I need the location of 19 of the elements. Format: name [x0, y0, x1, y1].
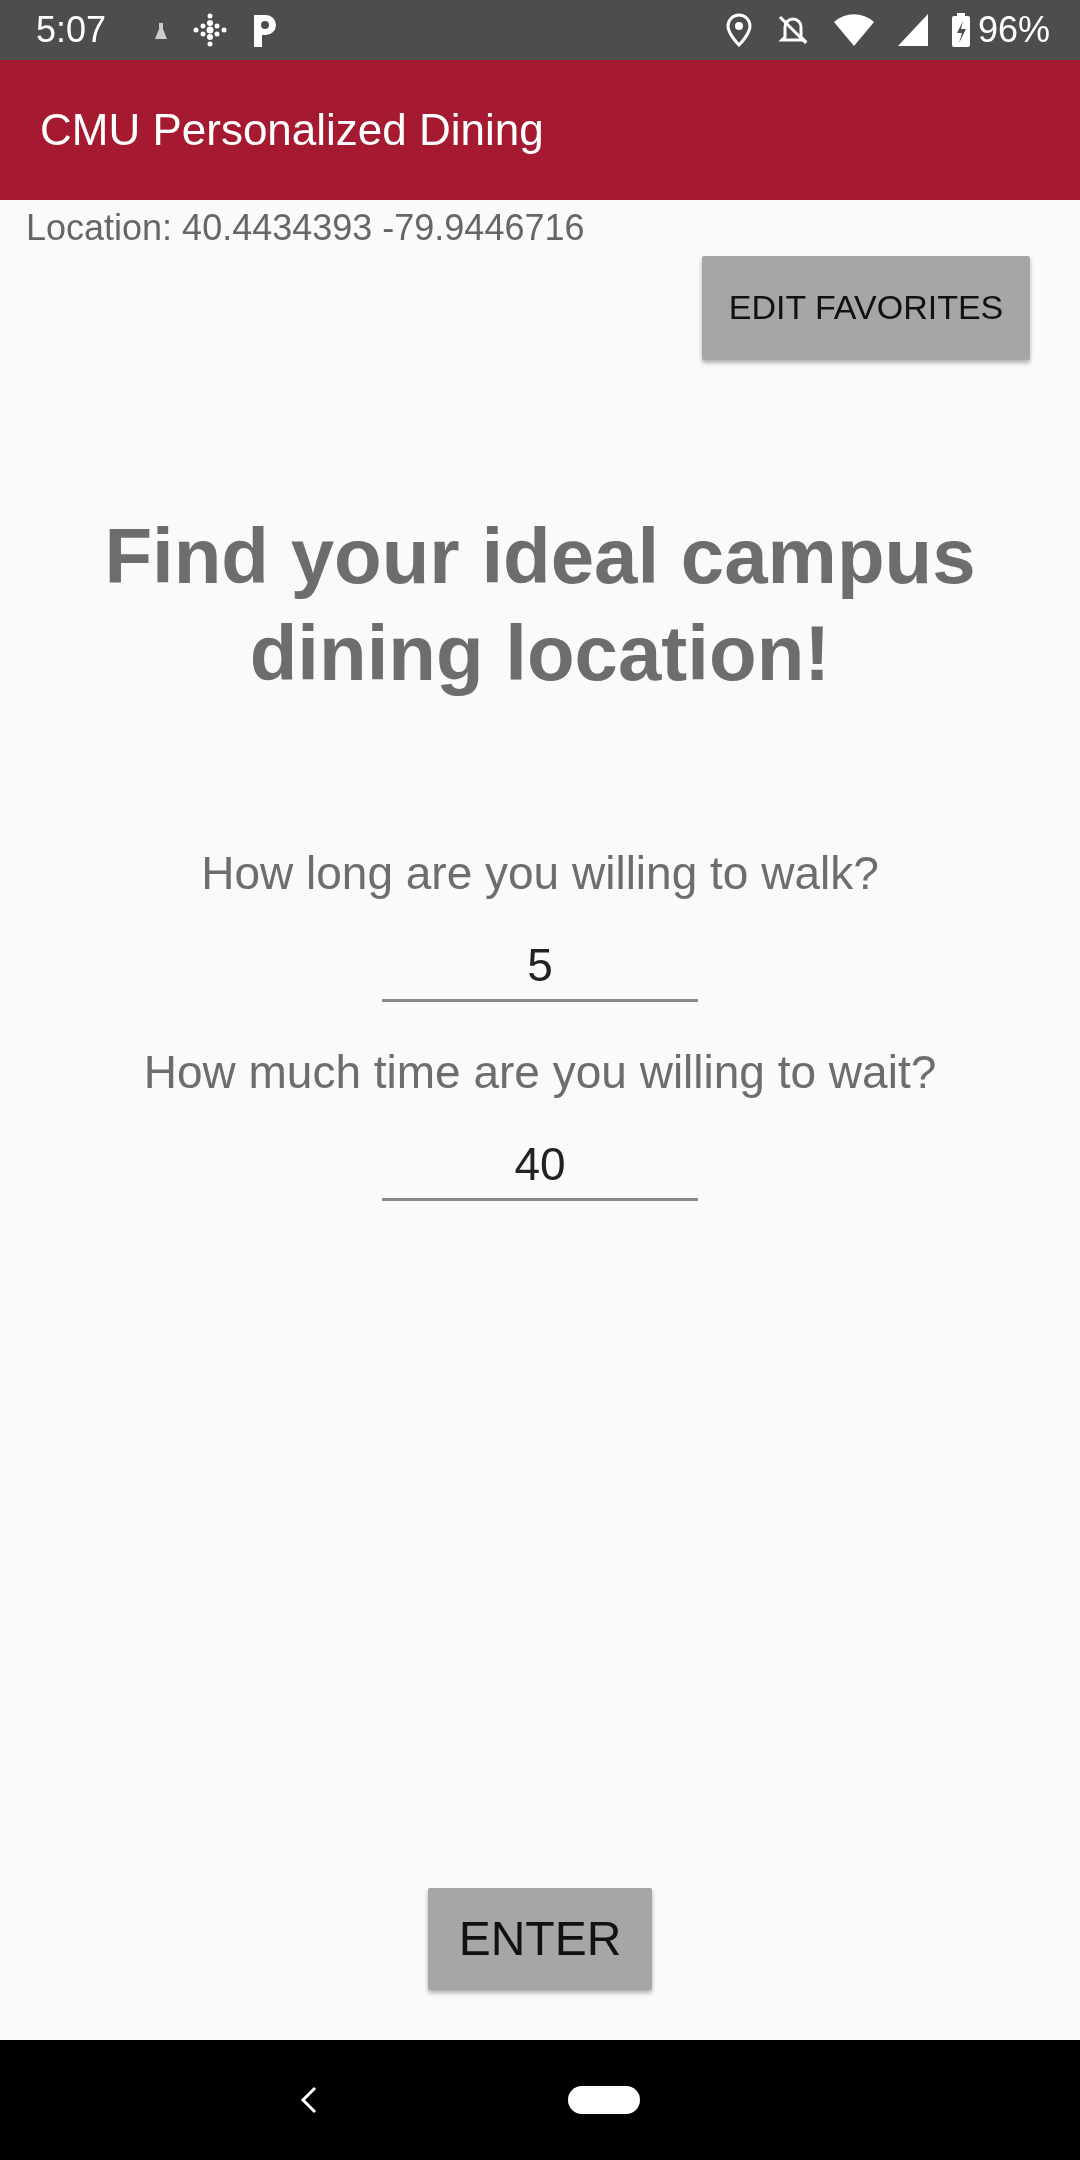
location-text: Location: 40.4434393 -79.9446716 [26, 207, 585, 248]
wifi-icon [833, 14, 874, 46]
enter-button[interactable]: ENTER [428, 1888, 652, 1990]
back-icon[interactable] [300, 2086, 318, 2114]
bell-off-icon [775, 13, 810, 47]
app-title: CMU Personalized Dining [40, 103, 544, 156]
dots-icon [192, 12, 229, 48]
battery-icon [951, 13, 970, 47]
location-pin-icon [725, 13, 752, 47]
question-label: How much time are you willing to wait? [143, 1044, 937, 1100]
headline: Find your ideal campus dining location! [103, 510, 977, 700]
input-field[interactable]: 40 [382, 1130, 698, 1201]
status-time: 5:07 [36, 8, 107, 52]
edit-favorites-button[interactable]: EDIT FAVORITES [702, 255, 1030, 360]
home-pill-icon[interactable] [568, 2086, 640, 2114]
signal-icon [897, 14, 928, 46]
input-field[interactable]: 5 [382, 931, 698, 1002]
battery-percent: 96% [977, 8, 1050, 52]
question-label: How long are you willing to walk? [201, 845, 879, 901]
